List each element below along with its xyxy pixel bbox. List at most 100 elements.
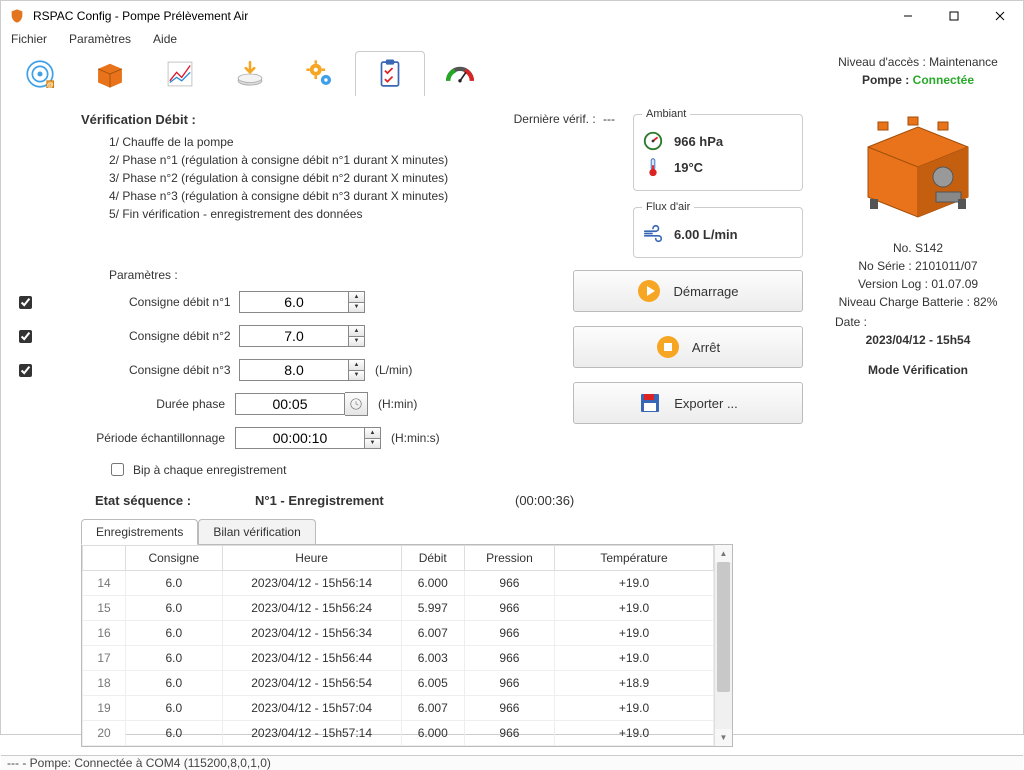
thermometer-icon xyxy=(642,156,664,178)
scroll-down-icon[interactable]: ▼ xyxy=(715,729,732,746)
airflow-value: 6.00 L/min xyxy=(674,227,738,242)
beep-label: Bip à chaque enregistrement xyxy=(133,463,286,477)
verification-title: Vérification Débit : xyxy=(81,112,465,127)
target-icon: @ xyxy=(23,57,57,91)
serial-value: 2101011/07 xyxy=(915,259,978,273)
consigne3-label: Consigne débit n°3 xyxy=(39,363,239,377)
temperature-value: 19°C xyxy=(674,160,703,175)
consigne2-checkbox[interactable] xyxy=(19,330,32,343)
app-shield-icon xyxy=(9,8,25,24)
menubar: Fichier Paramètres Aide xyxy=(1,31,1023,47)
right-panel: Niveau d'accès : Maintenance Pompe : Con… xyxy=(813,47,1023,755)
last-check-label: Dernière vérif. : xyxy=(514,112,596,126)
tool-tab-target[interactable]: @ xyxy=(5,51,75,96)
play-icon xyxy=(637,279,661,303)
gauge-icon xyxy=(443,57,477,91)
wind-icon xyxy=(642,223,664,245)
state-elapsed: (00:00:36) xyxy=(515,493,574,508)
box-icon xyxy=(93,57,127,91)
sampling-spinner[interactable]: ▲▼ xyxy=(365,427,381,449)
date-label: Date : xyxy=(817,315,1019,329)
svg-text:@: @ xyxy=(47,82,54,89)
export-button-label: Exporter ... xyxy=(674,396,738,411)
state-label: Etat séquence : xyxy=(95,493,255,508)
table-row[interactable]: 176.02023/04/12 - 15h56:446.003966+19.0 xyxy=(83,646,714,671)
consigne2-input[interactable] xyxy=(239,325,349,347)
pump-status: Connectée xyxy=(913,73,974,87)
table-row[interactable]: 166.02023/04/12 - 15h56:346.007966+19.0 xyxy=(83,621,714,646)
menu-file[interactable]: Fichier xyxy=(9,31,49,47)
tab-recordings[interactable]: Enregistrements xyxy=(81,519,198,545)
tool-tab-box[interactable] xyxy=(75,51,145,96)
verification-step: 4/ Phase n°3 (régulation à consigne débi… xyxy=(109,187,465,205)
verification-step: 5/ Fin vérification - enregistrement des… xyxy=(109,205,465,223)
access-value: Maintenance xyxy=(929,55,998,69)
menu-settings[interactable]: Paramètres xyxy=(67,31,133,47)
device-no: S142 xyxy=(915,241,943,255)
verification-steps: 1/ Chauffe de la pompe 2/ Phase n°1 (rég… xyxy=(109,133,465,223)
tool-tab-checklist[interactable] xyxy=(355,51,425,96)
stop-button[interactable]: Arrêt xyxy=(573,326,803,368)
datetime-value: 2023/04/12 - 15h54 xyxy=(866,333,971,347)
disk-arrow-icon xyxy=(233,57,267,91)
flow-unit: (L/min) xyxy=(375,363,412,377)
verification-step: 3/ Phase n°2 (régulation à consigne débi… xyxy=(109,169,465,187)
access-label: Niveau d'accès : xyxy=(838,55,926,69)
consigne3-checkbox[interactable] xyxy=(19,364,32,377)
start-button[interactable]: Démarrage xyxy=(573,270,803,312)
device-no-label: No. xyxy=(893,241,912,255)
sampling-unit: (H:min:s) xyxy=(391,431,440,445)
statusbar-text: --- - Pompe: Connectée à COM4 (115200,8,… xyxy=(7,756,271,770)
titlebar: RSPAC Config - Pompe Prélèvement Air xyxy=(1,1,1023,31)
airflow-legend: Flux d'air xyxy=(642,201,694,213)
table-row[interactable]: 146.02023/04/12 - 15h56:146.000966+19.0 xyxy=(83,571,714,596)
verification-step: 2/ Phase n°1 (régulation à consigne débi… xyxy=(109,151,465,169)
serial-label: No Série : xyxy=(858,259,911,273)
table-row[interactable]: 186.02023/04/12 - 15h56:546.005966+18.9 xyxy=(83,671,714,696)
beep-checkbox[interactable] xyxy=(111,463,124,476)
scroll-up-icon[interactable]: ▲ xyxy=(715,545,732,562)
phase-duration-input[interactable] xyxy=(235,393,345,415)
phase-duration-label: Durée phase xyxy=(11,397,235,411)
window-minimize-button[interactable] xyxy=(885,1,931,31)
consigne1-input[interactable] xyxy=(239,291,349,313)
state-value: N°1 - Enregistrement xyxy=(255,493,455,508)
export-button[interactable]: Exporter ... xyxy=(573,382,803,424)
consigne3-input[interactable] xyxy=(239,359,349,381)
tool-tab-gauge[interactable] xyxy=(425,51,495,96)
window-title: RSPAC Config - Pompe Prélèvement Air xyxy=(33,9,885,23)
pressure-value: 966 hPa xyxy=(674,134,723,149)
consigne1-checkbox[interactable] xyxy=(19,296,32,309)
clipboard-check-icon xyxy=(373,57,407,91)
col-debit: Débit xyxy=(401,546,464,571)
table-row[interactable]: 156.02023/04/12 - 15h56:245.997966+19.0 xyxy=(83,596,714,621)
tool-tab-settings[interactable] xyxy=(285,51,355,96)
col-consigne: Consigne xyxy=(126,546,223,571)
col-heure: Heure xyxy=(222,546,401,571)
tool-tab-chart[interactable] xyxy=(145,51,215,96)
phase-duration-clock-button[interactable] xyxy=(345,392,368,416)
clock-icon xyxy=(349,397,363,411)
table-row[interactable]: 206.02023/04/12 - 15h57:146.000966+19.0 xyxy=(83,721,714,746)
sampling-input[interactable] xyxy=(235,427,365,449)
consigne2-label: Consigne débit n°2 xyxy=(39,329,239,343)
table-row[interactable]: 196.02023/04/12 - 15h57:046.007966+19.0 xyxy=(83,696,714,721)
verification-step: 1/ Chauffe de la pompe xyxy=(109,133,465,151)
tab-report[interactable]: Bilan vérification xyxy=(198,519,315,545)
table-scrollbar[interactable]: ▲ ▼ xyxy=(714,545,732,746)
params-section-label: Paramètres : xyxy=(109,268,563,282)
chart-icon xyxy=(163,57,197,91)
window-close-button[interactable] xyxy=(977,1,1023,31)
consigne1-spinner[interactable]: ▲▼ xyxy=(349,291,365,313)
consigne2-spinner[interactable]: ▲▼ xyxy=(349,325,365,347)
menu-help[interactable]: Aide xyxy=(151,31,179,47)
icon-toolbar: @ xyxy=(1,47,813,96)
consigne1-label: Consigne débit n°1 xyxy=(39,295,239,309)
pump-label: Pompe : xyxy=(862,73,909,87)
consigne3-spinner[interactable]: ▲▼ xyxy=(349,359,365,381)
col-temperature: Température xyxy=(555,546,714,571)
window-maximize-button[interactable] xyxy=(931,1,977,31)
airflow-fieldset: Flux d'air 6.00 L/min xyxy=(633,201,803,258)
phase-duration-unit: (H:min) xyxy=(378,397,417,411)
tool-tab-download[interactable] xyxy=(215,51,285,96)
